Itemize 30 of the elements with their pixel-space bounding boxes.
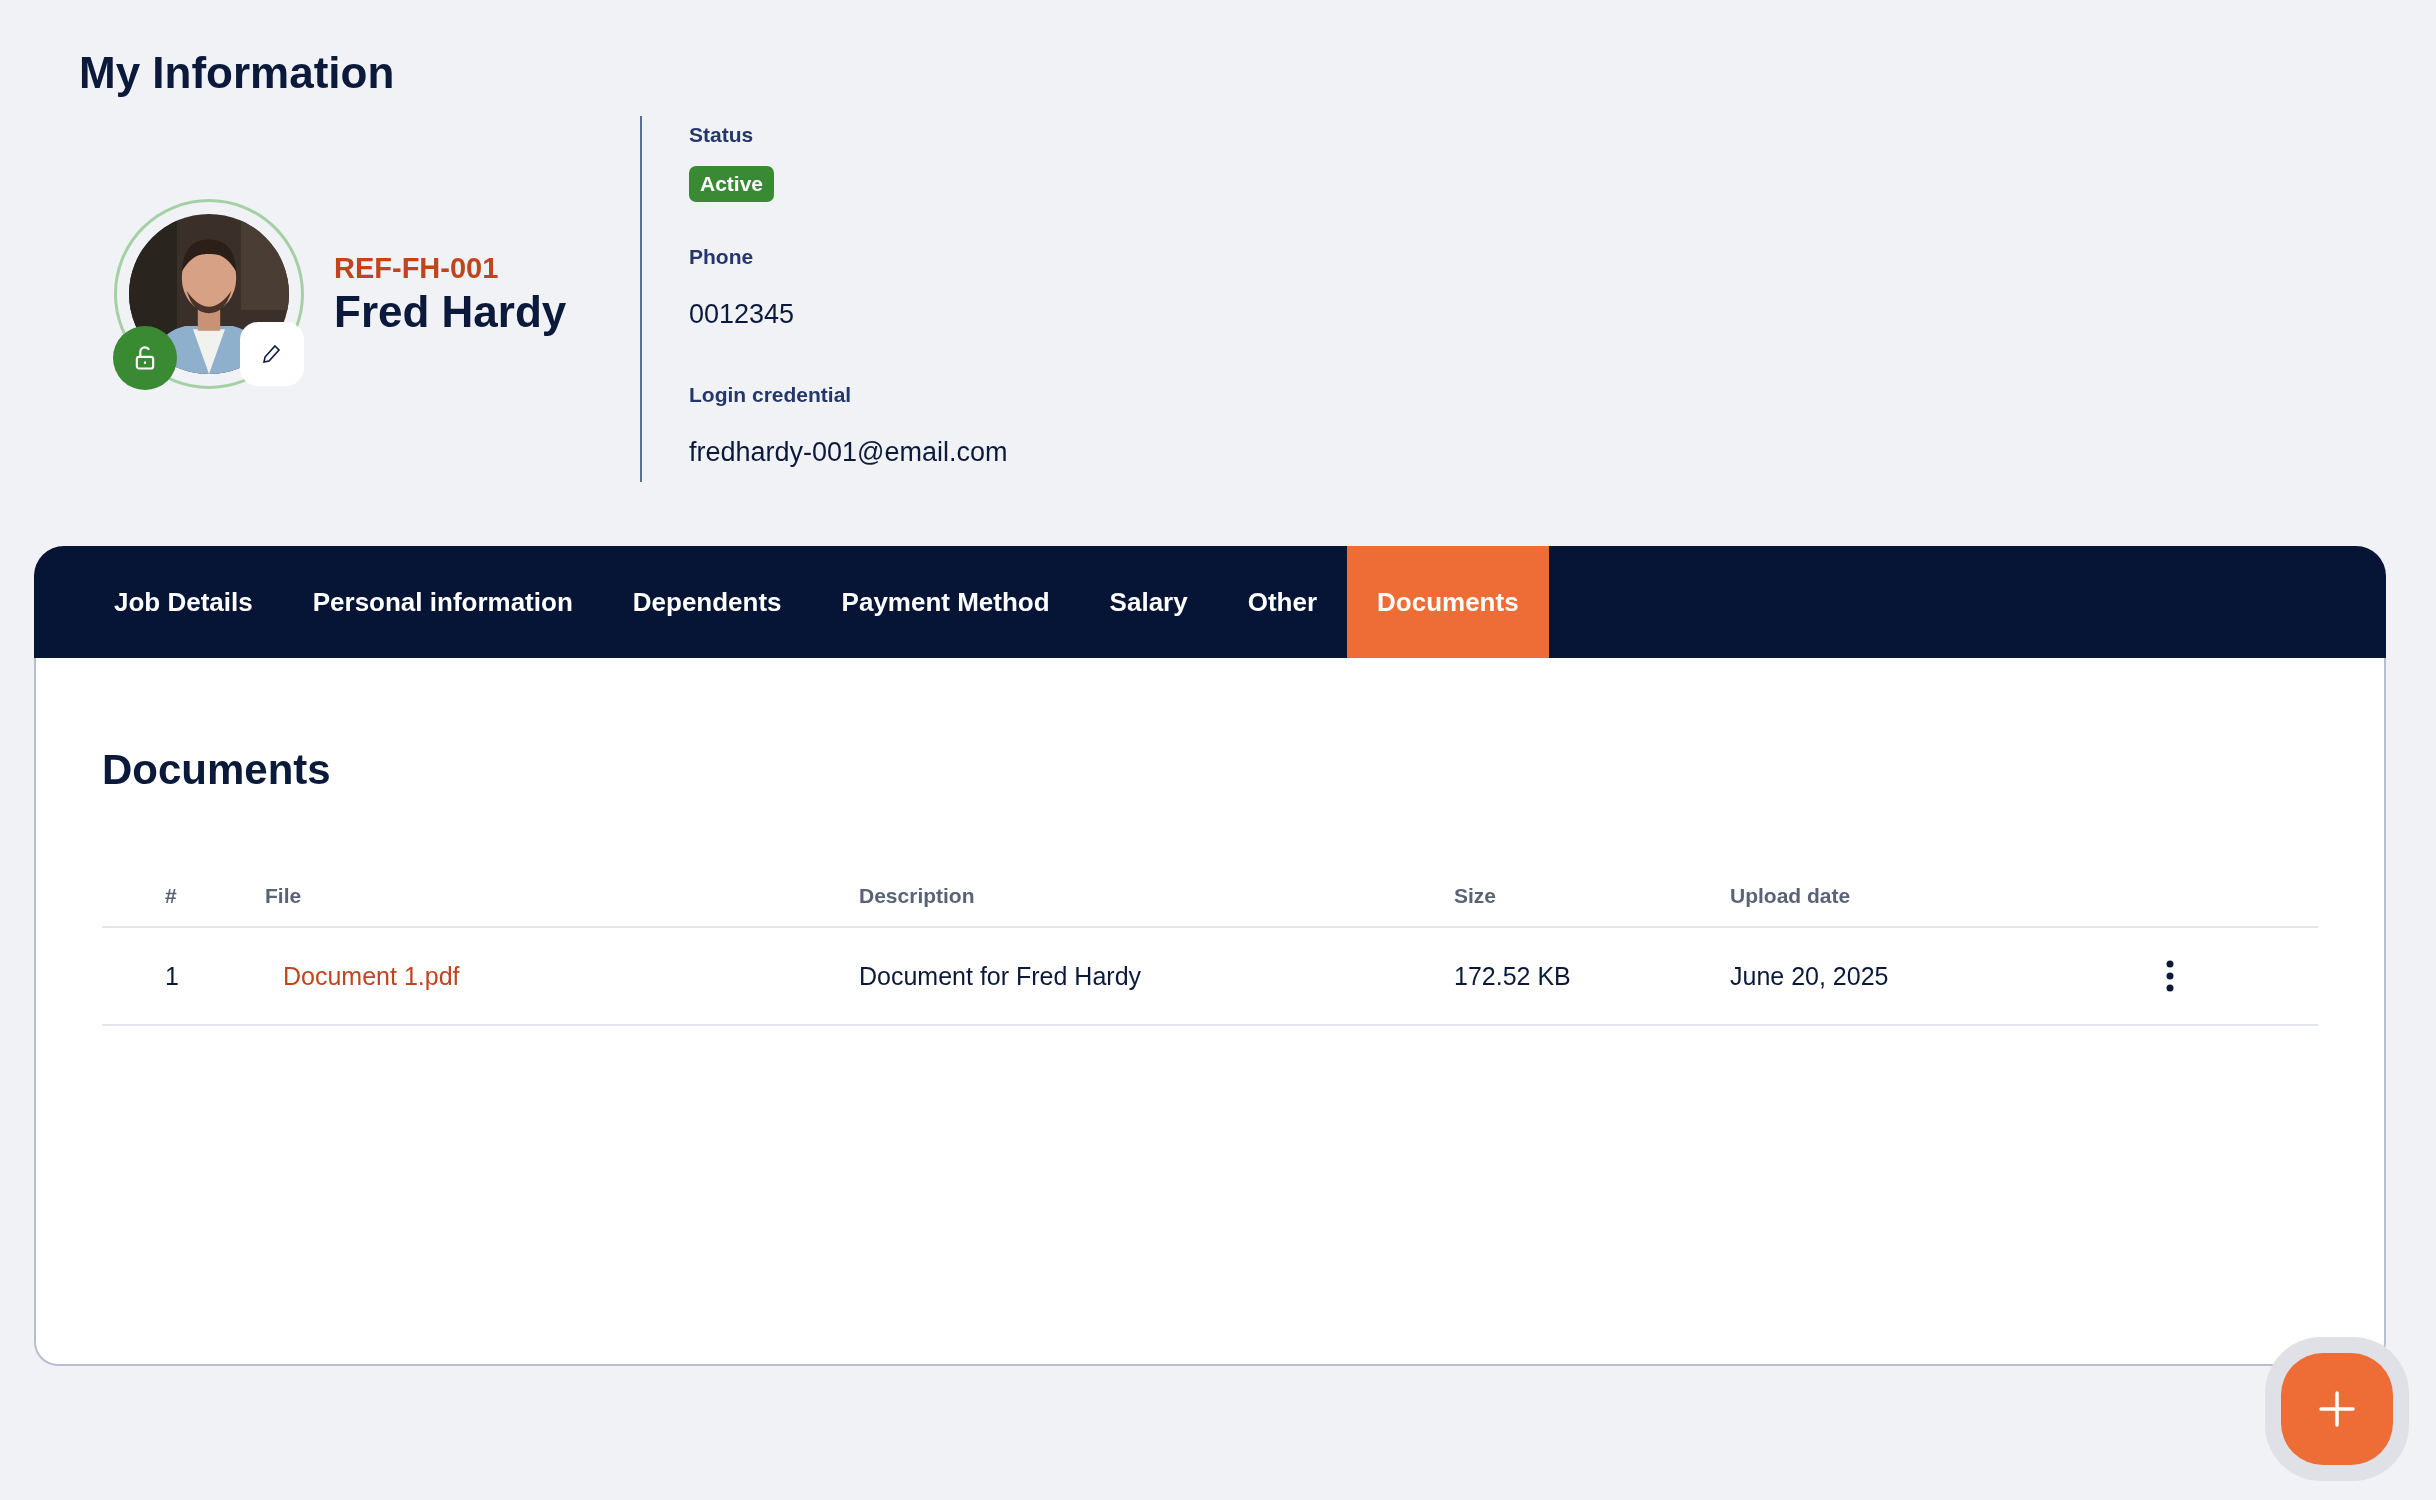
section-title: Documents	[102, 745, 332, 795]
tab[interactable]: Payment Method	[811, 546, 1080, 658]
field-value: 0012345	[689, 298, 795, 331]
tab[interactable]: Other	[1217, 546, 1348, 658]
column-header: Size	[1454, 884, 1498, 908]
tab[interactable]: Dependents	[602, 546, 812, 658]
field-label: Login credential	[689, 382, 852, 408]
tab[interactable]: Personal information	[282, 546, 603, 658]
more-options-icon[interactable]	[2166, 960, 2174, 992]
edit-button[interactable]	[240, 322, 304, 386]
field-value: fredhardy-001@email.com	[689, 436, 1008, 469]
tab[interactable]: Job Details	[84, 546, 283, 658]
page-title: My Information	[78, 47, 396, 99]
table-cell-text: June 20, 2025	[1730, 961, 1890, 991]
file-link[interactable]: Document 1.pdf	[283, 961, 460, 990]
field-label: Status	[689, 122, 754, 148]
table-cell-text: Document for Fred Hardy	[859, 961, 1143, 991]
status-badge: Active	[689, 166, 775, 202]
column-header: #	[165, 884, 178, 908]
table-cell-text: 1	[165, 961, 180, 991]
plus-icon	[2317, 1389, 2357, 1429]
field-label: Phone	[689, 244, 754, 270]
tab[interactable]: Salary	[1079, 546, 1218, 658]
column-header: Upload date	[1730, 884, 1852, 908]
column-header: File	[265, 884, 303, 908]
column-header: Description	[859, 884, 976, 908]
reference-number: REF-FH-001	[334, 251, 500, 286]
table-cell-text: 172.52 KB	[1454, 961, 1572, 991]
unlock-button[interactable]	[113, 326, 177, 390]
person-name: Fred Hardy	[334, 286, 567, 338]
